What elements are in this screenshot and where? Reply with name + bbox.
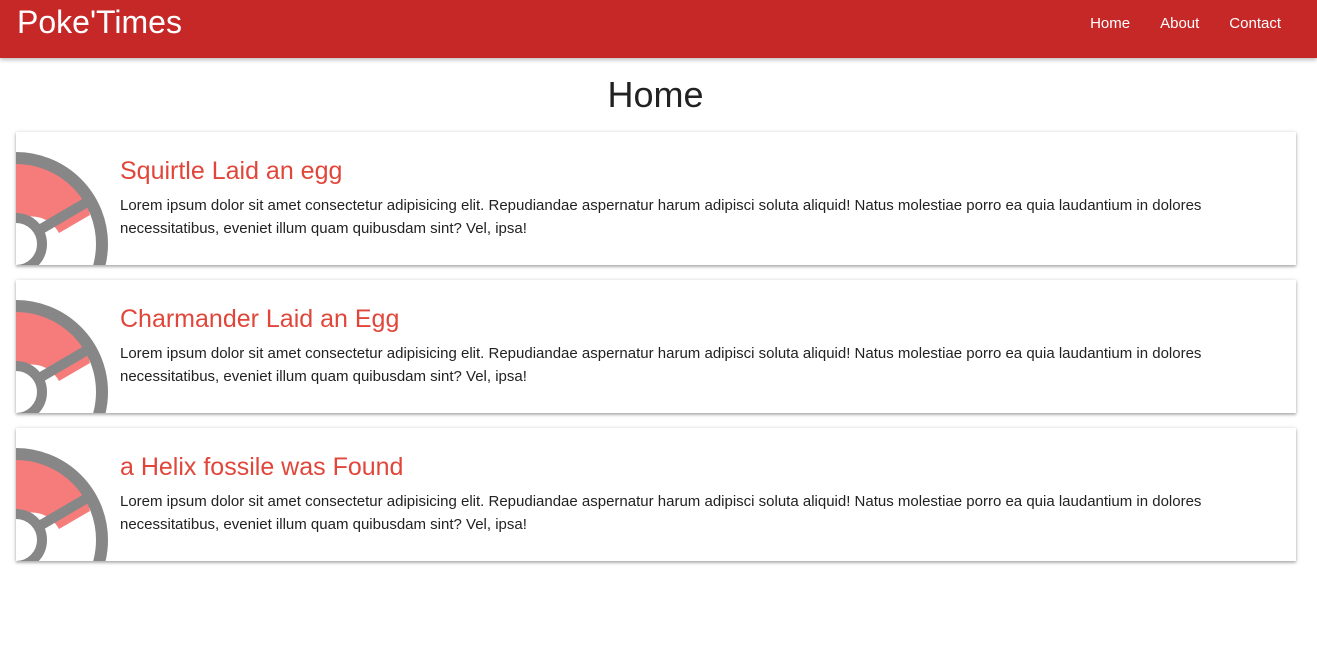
nav-link-about[interactable]: About [1145, 14, 1214, 34]
post-title-link[interactable]: Squirtle Laid an egg [120, 156, 342, 186]
pokeball-icon [16, 448, 108, 561]
post-body: Lorem ipsum dolor sit amet consectetur a… [120, 493, 1202, 533]
post-card: Squirtle Laid an egg Lorem ipsum dolor s… [16, 132, 1296, 265]
post-body: Lorem ipsum dolor sit amet consectetur a… [120, 345, 1202, 385]
nav-link-home[interactable]: Home [1075, 14, 1145, 34]
post-title-link[interactable]: a Helix fossile was Found [120, 452, 403, 482]
pokeball-icon [16, 300, 108, 413]
post-body: Lorem ipsum dolor sit amet consectetur a… [120, 197, 1202, 237]
post-card: a Helix fossile was Found Lorem ipsum do… [16, 428, 1296, 561]
nav-link-contact[interactable]: Contact [1214, 14, 1296, 34]
post-card: Charmander Laid an Egg Lorem ipsum dolor… [16, 280, 1296, 413]
navbar: Poke'Times Home About Contact [0, 0, 1317, 58]
post-title-link[interactable]: Charmander Laid an Egg [120, 304, 399, 334]
page-title: Home [607, 74, 704, 115]
nav-links: Home About Contact [1075, 14, 1296, 34]
pokeball-icon [16, 152, 108, 265]
brand-logo-link[interactable]: Poke'Times [17, 4, 182, 40]
